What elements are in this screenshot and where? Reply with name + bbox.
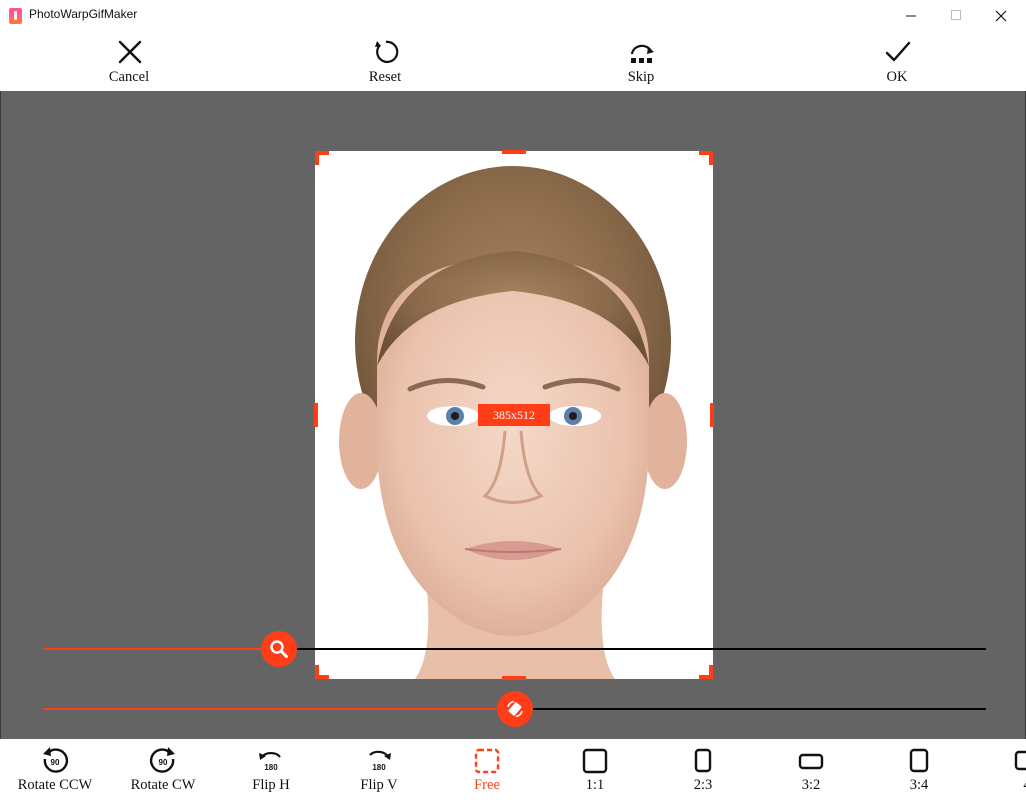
window-title: PhotoWarpGifMaker <box>29 7 138 21</box>
close-icon <box>995 10 1007 21</box>
rotate-ccw-label: Rotate CCW <box>17 777 93 793</box>
svg-text:180: 180 <box>264 763 278 772</box>
crop-frame[interactable]: 385x512 <box>314 150 714 680</box>
ratio-2-3-button[interactable]: 2:3 <box>649 739 757 800</box>
ratio-2-3-label: 2:3 <box>693 777 713 793</box>
rotate-slider[interactable] <box>43 691 986 727</box>
ratio-4-3-label: 4 <box>973 777 1026 794</box>
title-bar: PhotoWarpGifMaker <box>0 0 1026 31</box>
reset-button[interactable]: Reset <box>325 31 445 91</box>
ratio-3-4-button[interactable]: 3:4 <box>865 739 973 800</box>
ratio-4-3-icon <box>1014 750 1026 771</box>
free-crop-icon <box>474 748 500 774</box>
reset-label: Reset <box>368 69 402 85</box>
free-crop-button[interactable]: Free <box>433 739 541 800</box>
maximize-icon <box>950 10 961 20</box>
skip-button[interactable]: Skip <box>581 31 701 91</box>
zoom-slider[interactable] <box>43 631 986 667</box>
flip-h-icon: 180 <box>259 752 281 772</box>
reset-icon <box>375 40 399 64</box>
ratio-1-1-label: 1:1 <box>585 777 605 793</box>
close-window-button[interactable] <box>978 0 1024 31</box>
crop-handle-left[interactable] <box>314 403 318 427</box>
crop-handle-bottom-right[interactable] <box>699 665 713 679</box>
flip-v-icon: 180 <box>369 750 391 772</box>
flip-h-label: Flip H <box>252 777 290 793</box>
ratio-3-2-icon <box>798 753 824 770</box>
minimize-button[interactable] <box>888 0 934 31</box>
app-icon <box>9 8 22 24</box>
svg-text:180: 180 <box>372 763 386 772</box>
crop-handle-top[interactable] <box>502 150 526 154</box>
zoom-slider-thumb[interactable] <box>260 631 297 667</box>
top-toolbar: Cancel Reset Skip OK <box>0 31 1026 91</box>
crop-handle-top-left[interactable] <box>315 151 329 165</box>
ratio-3-2-label: 3:2 <box>801 777 821 793</box>
ok-button[interactable]: OK <box>837 31 957 91</box>
skip-icon <box>630 44 654 63</box>
zoom-slider-fill <box>43 648 279 650</box>
flip-v-button[interactable]: 180 Flip V <box>325 739 433 800</box>
crop-size-badge: 385x512 <box>478 404 550 426</box>
rotate-ccw-icon: 90 <box>43 747 69 773</box>
bottom-toolbar: 90 Rotate CCW 90 Rotate CW 180 Flip H 18… <box>0 739 1026 800</box>
flip-v-label: Flip V <box>360 777 398 793</box>
checkmark-icon <box>885 41 911 62</box>
ratio-3-4-icon <box>909 748 929 773</box>
crop-handle-right[interactable] <box>710 403 714 427</box>
ratio-3-2-button[interactable]: 3:2 <box>757 739 865 800</box>
ratio-2-3-icon <box>694 748 712 773</box>
rotate-slider-fill <box>43 708 515 710</box>
minimize-icon <box>905 15 916 17</box>
flip-h-button[interactable]: 180 Flip H <box>217 739 325 800</box>
ratio-4-3-button[interactable]: 4 <box>973 739 1026 800</box>
editor-canvas[interactable]: 385x512 <box>0 91 1026 739</box>
ratio-1-1-icon <box>582 748 608 774</box>
skip-label: Skip <box>627 69 655 85</box>
rotate-ccw-button[interactable]: 90 Rotate CCW <box>1 739 109 800</box>
search-icon <box>270 640 288 658</box>
svg-text:90: 90 <box>51 758 60 767</box>
cancel-label: Cancel <box>108 69 150 85</box>
maximize-button[interactable] <box>933 0 979 31</box>
crop-handle-bottom[interactable] <box>502 676 526 680</box>
close-icon <box>118 40 142 64</box>
rotate-cw-label: Rotate CW <box>130 777 196 793</box>
crop-handle-bottom-left[interactable] <box>315 665 329 679</box>
rotate-cw-icon: 90 <box>149 747 175 773</box>
rotate-cw-button[interactable]: 90 Rotate CW <box>109 739 217 800</box>
free-crop-label: Free <box>474 777 500 793</box>
rotate-icon <box>506 700 523 718</box>
ok-label: OK <box>886 69 908 85</box>
ratio-3-4-label: 3:4 <box>909 777 929 793</box>
crop-handle-top-right[interactable] <box>699 151 713 165</box>
cancel-button[interactable]: Cancel <box>69 31 189 91</box>
ratio-1-1-button[interactable]: 1:1 <box>541 739 649 800</box>
rotate-slider-thumb[interactable] <box>496 691 533 727</box>
svg-text:90: 90 <box>159 758 168 767</box>
